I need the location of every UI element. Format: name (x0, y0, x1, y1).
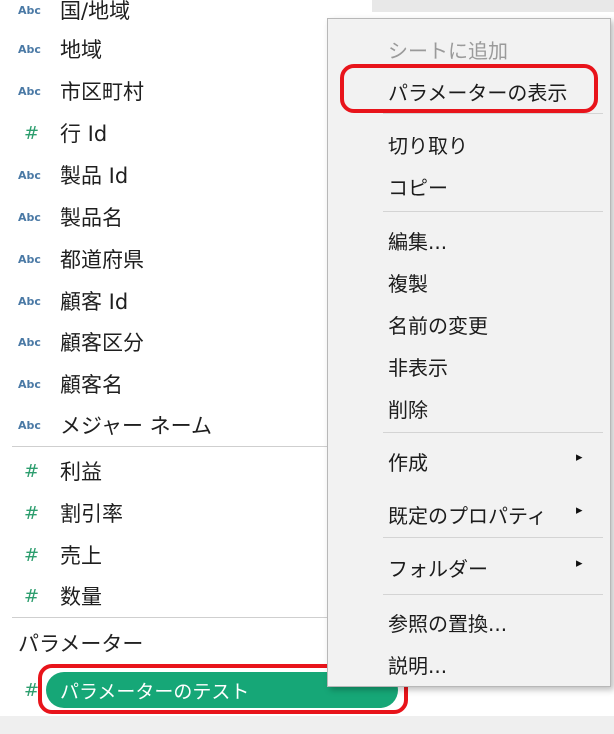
number-type-icon: # (24, 544, 40, 566)
menu-item-rename[interactable]: 名前の変更 (388, 310, 488, 339)
divider (12, 446, 330, 447)
menu-item-duplicate[interactable]: 複製 (388, 268, 428, 297)
field-label: 数量 (60, 585, 102, 609)
number-type-icon: # (24, 502, 40, 524)
menu-item-cut[interactable]: 切り取り (388, 130, 468, 159)
submenu-arrow-icon: ▸ (576, 556, 583, 571)
field-label: 地域 (60, 38, 102, 62)
menu-separator (383, 432, 603, 433)
menu-item-create[interactable]: 作成 (388, 447, 428, 476)
menu-item-copy[interactable]: コピー (388, 172, 448, 201)
field-customer-name[interactable]: Abc 顧客名 (0, 364, 330, 404)
field-profit[interactable]: # 利益 (0, 451, 330, 491)
field-label: 売上 (60, 544, 102, 568)
number-type-icon: # (24, 122, 40, 144)
field-label: 製品名 (60, 206, 123, 230)
menu-item-show-parameter[interactable]: パラメーターの表示 (388, 77, 567, 106)
string-type-icon: Abc (18, 210, 41, 224)
field-region[interactable]: Abc 地域 (0, 29, 330, 69)
field-quantity[interactable]: # 数量 (0, 576, 330, 616)
field-label: 利益 (60, 460, 102, 484)
string-type-icon: Abc (18, 84, 41, 98)
menu-separator (383, 211, 603, 212)
field-sales[interactable]: # 売上 (0, 535, 330, 575)
field-label: 顧客区分 (60, 331, 144, 355)
menu-item-delete[interactable]: 削除 (388, 394, 428, 423)
divider (12, 617, 330, 618)
menu-separator (383, 594, 603, 595)
string-type-icon: Abc (18, 252, 41, 266)
field-customer-segment[interactable]: Abc 顧客区分 (0, 322, 330, 362)
menu-item-describe[interactable]: 説明... (388, 650, 447, 679)
field-city[interactable]: Abc 市区町村 (0, 71, 330, 111)
field-prefecture[interactable]: Abc 都道府県 (0, 239, 330, 279)
menu-item-hide[interactable]: 非表示 (388, 352, 448, 381)
field-country-region[interactable]: Abc 国/地域 (0, 0, 330, 30)
string-type-icon: Abc (18, 377, 41, 391)
field-label: 国/地域 (60, 0, 131, 23)
field-product-name[interactable]: Abc 製品名 (0, 197, 330, 237)
string-type-icon: Abc (18, 418, 41, 432)
parameters-section-title: パラメーター (18, 632, 144, 656)
parameter-label: パラメーターのテスト (60, 680, 250, 703)
data-pane: Abc 国/地域 Abc 地域 Abc 市区町村 # 行 Id Abc 製品 I… (0, 0, 380, 734)
number-type-icon: # (24, 460, 40, 482)
field-discount[interactable]: # 割引率 (0, 493, 330, 533)
menu-item-replace-references[interactable]: 参照の置換... (388, 608, 507, 637)
shelf-strip (372, 0, 614, 12)
string-type-icon: Abc (18, 168, 41, 182)
menu-item-folder[interactable]: フォルダー (388, 553, 488, 582)
field-label: 市区町村 (60, 80, 144, 104)
string-type-icon: Abc (18, 335, 41, 349)
field-label: 製品 Id (60, 164, 129, 188)
field-label: 顧客名 (60, 373, 123, 397)
string-type-icon: Abc (18, 42, 41, 56)
context-menu: シートに追加 パラメーターの表示 切り取り コピー 編集... 複製 名前の変更… (327, 18, 611, 687)
field-label: 顧客 Id (60, 290, 129, 314)
bottom-bar (0, 716, 614, 734)
menu-separator (383, 113, 603, 114)
menu-item-add-to-sheet[interactable]: シートに追加 (388, 35, 508, 64)
field-label: 行 Id (60, 122, 108, 146)
menu-item-default-properties[interactable]: 既定のプロパティ (388, 500, 547, 529)
field-measure-names[interactable]: Abc メジャー ネーム (0, 405, 330, 445)
field-label: 都道府県 (60, 248, 144, 272)
field-customer-id[interactable]: Abc 顧客 Id (0, 281, 330, 321)
field-label: 割引率 (60, 502, 123, 526)
string-type-icon: Abc (18, 294, 41, 308)
field-row-id[interactable]: # 行 Id (0, 113, 330, 153)
menu-gutter (328, 19, 378, 686)
menu-separator (383, 537, 603, 538)
number-type-icon: # (24, 585, 40, 607)
submenu-arrow-icon: ▸ (576, 450, 583, 465)
field-label: メジャー ネーム (60, 414, 212, 438)
string-type-icon: Abc (18, 3, 41, 17)
menu-item-edit[interactable]: 編集... (388, 226, 447, 255)
submenu-arrow-icon: ▸ (576, 503, 583, 518)
field-product-id[interactable]: Abc 製品 Id (0, 155, 330, 195)
